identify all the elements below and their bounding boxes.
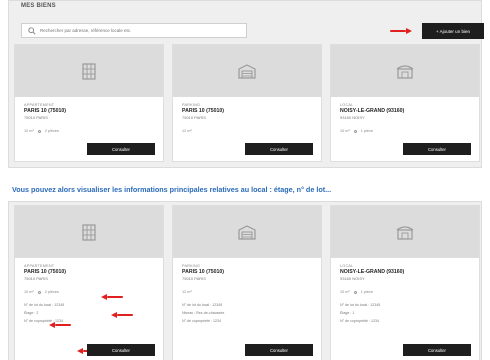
red-arrow-icon xyxy=(49,322,71,328)
property-card[interactable]: Local NOISY-LE-GRAND (93160) 93160 NOISY… xyxy=(330,205,480,360)
lot-number: N° de lot du local : 12345 xyxy=(182,303,223,307)
room-icon xyxy=(37,129,41,133)
property-city: 75010 PARIS xyxy=(24,276,48,281)
property-type: Local xyxy=(340,103,354,107)
add-property-button[interactable]: + Ajouter un bien xyxy=(422,23,484,39)
building-icon xyxy=(82,224,96,241)
property-area: 10 m² xyxy=(340,129,350,133)
page-title: MES BIENS xyxy=(21,3,56,9)
property-name: NOISY-LE-GRAND (93160) xyxy=(340,108,405,114)
property-photo xyxy=(15,206,163,258)
property-area: 10 m² xyxy=(340,290,350,294)
property-meta: 12 m² xyxy=(182,129,312,133)
property-name: PARIS 10 (75010) xyxy=(24,269,67,275)
property-city: 75010 PARIS xyxy=(182,115,206,120)
property-city: 75010 PARIS xyxy=(182,276,206,281)
lot-number: N° de lot du local : 12345 xyxy=(24,303,65,307)
property-city: 93160 NOISY xyxy=(340,115,365,120)
property-rooms: 2 pièces xyxy=(44,290,59,294)
condo-number: N° de copropriété : 1234 xyxy=(340,319,379,323)
property-name: NOISY-LE-GRAND (93160) xyxy=(340,269,405,275)
garage-icon xyxy=(238,64,256,79)
tutorial-caption: Vous pouvez alors visualiser les informa… xyxy=(12,185,332,194)
property-card[interactable]: Parking PARIS 10 (75010) 75010 PARIS 12 … xyxy=(172,44,322,162)
property-meta: 10 m² 2 pièces xyxy=(24,129,154,133)
room-icon xyxy=(37,290,41,294)
property-name: PARIS 10 (75010) xyxy=(182,108,225,114)
red-arrow-icon xyxy=(111,312,133,318)
property-card[interactable]: Local NOISY-LE-GRAND (93160) 93160 NOISY… xyxy=(330,44,480,162)
property-name: PARIS 10 (75010) xyxy=(182,269,225,275)
property-type: Local xyxy=(340,264,354,268)
building-icon xyxy=(82,63,96,80)
property-type: Appartement xyxy=(24,264,55,268)
property-card[interactable]: Parking PARIS 10 (75010) 75010 PARIS 12 … xyxy=(172,205,322,360)
property-rooms: 1 pièce xyxy=(360,129,373,133)
property-card[interactable]: Appartement PARIS 10 (75010) 75010 PARIS… xyxy=(14,205,164,360)
room-icon xyxy=(353,290,357,294)
search-icon xyxy=(27,26,36,35)
shop-icon xyxy=(396,226,414,240)
view-property-button[interactable]: Consulter xyxy=(245,143,313,155)
property-rooms: 1 pièce xyxy=(360,290,373,294)
property-photo xyxy=(331,45,479,97)
property-area: 12 m² xyxy=(182,290,192,294)
property-meta: 10 m² 2 pièces xyxy=(24,290,154,294)
property-meta: 10 m² 1 pièce xyxy=(340,129,470,133)
floor-level: Étage : 1 xyxy=(340,311,355,315)
property-photo xyxy=(173,45,321,97)
property-photo xyxy=(331,206,479,258)
property-city: 93160 NOISY xyxy=(340,276,365,281)
condo-number: N° de copropriété : 1234 xyxy=(24,319,63,323)
room-icon xyxy=(353,129,357,133)
property-meta: 10 m² 1 pièce xyxy=(340,290,470,294)
view-property-button[interactable]: Consulter xyxy=(87,143,155,155)
view-property-button[interactable]: Consulter xyxy=(245,344,313,356)
property-area: 10 m² xyxy=(24,290,34,294)
floor-level: Niveau : Rez-de-chaussée xyxy=(182,311,225,315)
condo-number: N° de copropriété : 1234 xyxy=(182,319,221,323)
search-input[interactable] xyxy=(40,28,240,33)
property-card[interactable]: Appartement PARIS 10 (75010) 75010 PARIS… xyxy=(14,44,164,162)
property-name: PARIS 10 (75010) xyxy=(24,108,67,114)
property-type: Appartement xyxy=(24,103,55,107)
property-meta: 12 m² xyxy=(182,290,312,294)
garage-icon xyxy=(238,225,256,240)
property-photo xyxy=(15,45,163,97)
property-rooms: 2 pièces xyxy=(44,129,59,133)
red-arrow-icon xyxy=(390,28,412,34)
red-arrow-icon xyxy=(101,294,123,300)
shop-icon xyxy=(396,65,414,79)
view-property-button[interactable]: Consulter xyxy=(403,344,471,356)
search-box[interactable] xyxy=(21,23,247,38)
view-property-button[interactable]: Consulter xyxy=(87,344,155,356)
view-property-button[interactable]: Consulter xyxy=(403,143,471,155)
property-photo xyxy=(173,206,321,258)
lot-number: N° de lot du local : 12345 xyxy=(340,303,381,307)
property-area: 12 m² xyxy=(182,129,192,133)
floor-level: Étage : 2 xyxy=(24,311,39,315)
property-area: 10 m² xyxy=(24,129,34,133)
property-city: 75010 PARIS xyxy=(24,115,48,120)
property-type: Parking xyxy=(182,264,201,268)
property-type: Parking xyxy=(182,103,201,107)
